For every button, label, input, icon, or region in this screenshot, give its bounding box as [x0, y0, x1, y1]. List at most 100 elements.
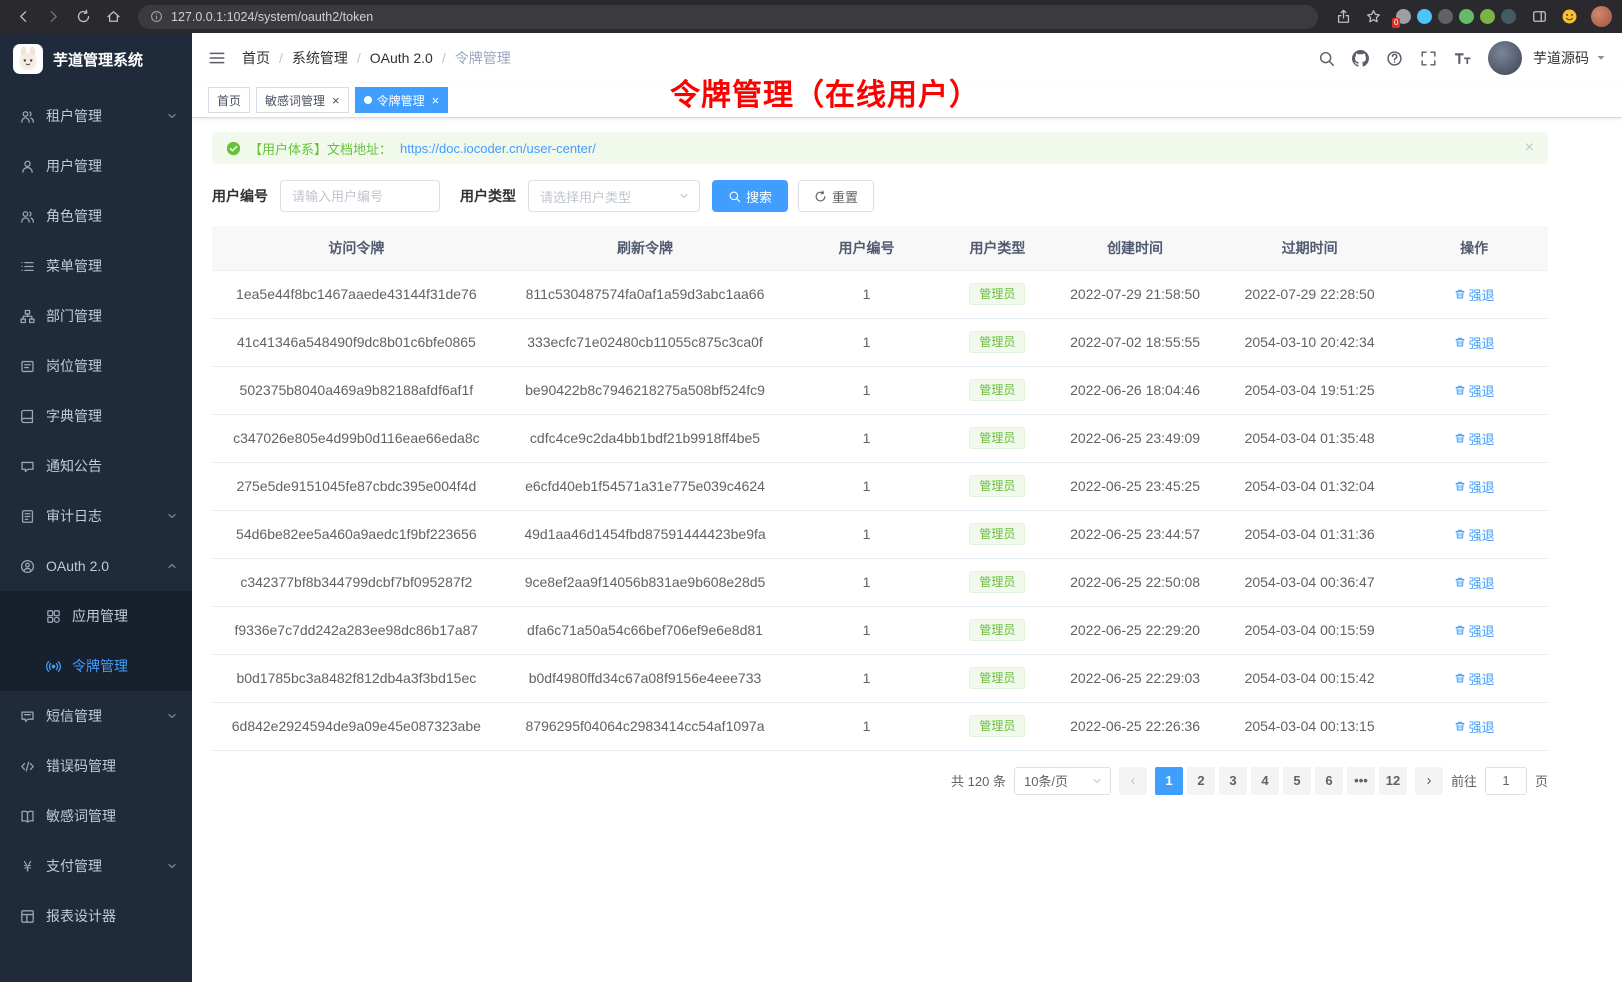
sidebar-item[interactable]: 菜单管理: [0, 241, 192, 291]
action-cell: 强退: [1400, 606, 1548, 654]
github-icon[interactable]: [1352, 50, 1369, 67]
force-logout-button[interactable]: 强退: [1454, 573, 1495, 592]
page-number-button[interactable]: 3: [1219, 767, 1247, 795]
force-logout-button[interactable]: 强退: [1454, 333, 1495, 352]
tab[interactable]: 首页 ×: [208, 87, 250, 113]
breadcrumb-item[interactable]: / OAuth 2.0: [348, 50, 433, 66]
sidebar-item[interactable]: 错误码管理: [0, 741, 192, 791]
page-number-button[interactable]: •••: [1347, 767, 1375, 795]
sidebar-item[interactable]: 审计日志: [0, 491, 192, 541]
side-panel-icon[interactable]: [1526, 4, 1552, 30]
browser-back-icon[interactable]: [10, 4, 36, 30]
reset-button[interactable]: 重置: [798, 180, 874, 212]
table-row: c347026e805e4d99b0d116eae66eda8c cdfc4ce…: [212, 414, 1548, 462]
table-header-row: 访问令牌刷新令牌用户编号用户类型创建时间过期时间操作: [212, 226, 1548, 270]
sidebar-item[interactable]: 部门管理: [0, 291, 192, 341]
user-type-select[interactable]: 请选择用户类型: [528, 180, 700, 212]
force-logout-button[interactable]: 强退: [1454, 381, 1495, 400]
username[interactable]: 芋道源码: [1533, 48, 1589, 68]
page-number-button[interactable]: 1: [1155, 767, 1183, 795]
caret-down-icon[interactable]: [1596, 53, 1606, 63]
extension-icon[interactable]: [1501, 9, 1516, 24]
fullscreen-icon[interactable]: [1420, 50, 1437, 67]
sidebar-item[interactable]: 敏感词管理: [0, 791, 192, 841]
menu-item-icon: [20, 359, 35, 374]
breadcrumb-item[interactable]: / 首页: [242, 48, 270, 68]
user-type-badge: 管理员: [969, 283, 1025, 305]
column-header: 用户编号: [789, 226, 943, 270]
tab[interactable]: 令牌管理 ×: [355, 87, 449, 113]
force-logout-button[interactable]: 强退: [1454, 429, 1495, 448]
user-type-cell: 管理员: [944, 366, 1051, 414]
browser-forward-icon[interactable]: [40, 4, 66, 30]
extension-icon[interactable]: [1459, 9, 1474, 24]
prev-page-button[interactable]: ‹: [1119, 767, 1147, 795]
sidebar-item[interactable]: 应用管理: [0, 591, 192, 641]
browser-refresh-icon[interactable]: [70, 4, 96, 30]
menu-item-icon: ¥: [20, 859, 35, 874]
page-number-button[interactable]: 4: [1251, 767, 1279, 795]
sidebar-toggle-icon[interactable]: [208, 49, 226, 67]
force-logout-button[interactable]: 强退: [1454, 285, 1495, 304]
page-number-button[interactable]: 2: [1187, 767, 1215, 795]
page-number-button[interactable]: 12: [1379, 767, 1407, 795]
bookmark-star-icon[interactable]: [1360, 4, 1386, 30]
force-logout-button[interactable]: 强退: [1454, 669, 1495, 688]
table-row: 275e5de9151045fe87cbdc395e004f4d e6cfd40…: [212, 462, 1548, 510]
action-cell: 强退: [1400, 702, 1548, 750]
next-page-button[interactable]: ›: [1415, 767, 1443, 795]
emoji-avatar-icon[interactable]: [1556, 4, 1582, 30]
site-info-icon[interactable]: [150, 10, 163, 23]
breadcrumb: / 首页 / 系统管理 / OAuth 2.0 / 令牌管理: [242, 48, 511, 68]
sidebar-item[interactable]: 令牌管理: [0, 641, 192, 691]
alert-close-icon[interactable]: ×: [1525, 139, 1534, 157]
page-size-select[interactable]: 10条/页: [1014, 767, 1111, 795]
sidebar-item[interactable]: 岗位管理: [0, 341, 192, 391]
tab-close-icon[interactable]: ×: [432, 94, 440, 107]
sidebar-item[interactable]: 通知公告: [0, 441, 192, 491]
doc-link[interactable]: https://doc.iocoder.cn/user-center/: [400, 141, 596, 156]
browser-home-icon[interactable]: [100, 4, 126, 30]
tab-close-icon[interactable]: ×: [332, 94, 340, 107]
font-size-icon[interactable]: [1454, 50, 1471, 67]
extension-icon[interactable]: [1417, 9, 1432, 24]
sidebar-item[interactable]: 角色管理: [0, 191, 192, 241]
force-logout-button[interactable]: 强退: [1454, 525, 1495, 544]
extension-icon[interactable]: [1480, 9, 1495, 24]
page-number-button[interactable]: 6: [1315, 767, 1343, 795]
refresh-token-cell: e6cfd40eb1f54571a31e775e039c4624: [501, 462, 790, 510]
sidebar-item[interactable]: 短信管理: [0, 691, 192, 741]
sidebar-item[interactable]: 报表设计器: [0, 891, 192, 941]
sidebar-item[interactable]: 租户管理: [0, 91, 192, 141]
sidebar-item[interactable]: 用户管理: [0, 141, 192, 191]
force-logout-button[interactable]: 强退: [1454, 717, 1495, 736]
tab[interactable]: 敏感词管理 ×: [256, 87, 349, 113]
help-icon[interactable]: [1386, 50, 1403, 67]
column-header: 操作: [1400, 226, 1548, 270]
force-logout-button[interactable]: 强退: [1454, 477, 1495, 496]
user-id-cell: 1: [789, 414, 943, 462]
breadcrumb-item[interactable]: / 系统管理: [270, 48, 348, 68]
created-time-cell: 2022-06-26 18:04:46: [1051, 366, 1219, 414]
extension-icon[interactable]: [1438, 9, 1453, 24]
goto-page-input[interactable]: [1485, 767, 1527, 795]
trash-icon: [1454, 720, 1466, 732]
app-logo[interactable]: 芋道管理系统: [0, 33, 192, 85]
force-logout-label: 强退: [1469, 669, 1495, 688]
sidebar-item[interactable]: ¥ 支付管理: [0, 841, 192, 891]
sidebar-item[interactable]: 字典管理: [0, 391, 192, 441]
search-icon[interactable]: [1318, 50, 1335, 67]
menu-item-label: 审计日志: [46, 506, 102, 526]
search-button[interactable]: 搜索: [712, 180, 788, 212]
breadcrumb-separator: /: [279, 50, 283, 66]
breadcrumb-item[interactable]: / 令牌管理: [433, 48, 511, 68]
user-avatar[interactable]: [1488, 41, 1522, 75]
browser-profile-avatar[interactable]: [1591, 6, 1612, 27]
force-logout-button[interactable]: 强退: [1454, 621, 1495, 640]
address-bar[interactable]: 127.0.0.1:1024/system/oauth2/token: [138, 5, 1318, 29]
user-id-input[interactable]: [280, 180, 440, 212]
extension-icon[interactable]: 0: [1396, 9, 1411, 24]
page-number-button[interactable]: 5: [1283, 767, 1311, 795]
sidebar-item[interactable]: OAuth 2.0: [0, 541, 192, 591]
share-icon[interactable]: [1330, 4, 1356, 30]
